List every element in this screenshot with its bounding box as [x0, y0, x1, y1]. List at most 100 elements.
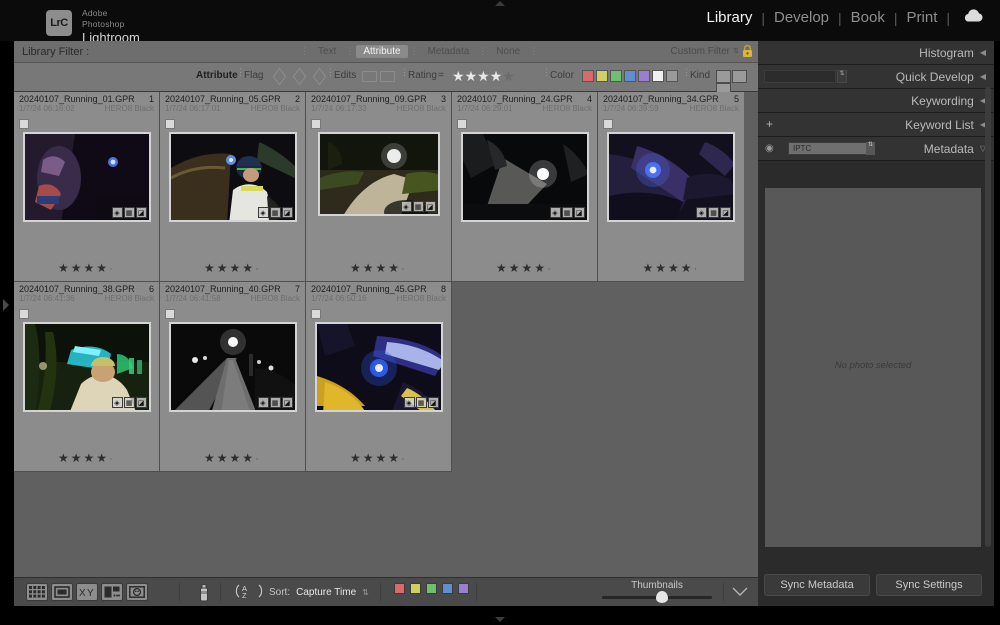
- cell-rating[interactable]: ★★★★·: [160, 261, 305, 275]
- grid-cell[interactable]: 20240107_Running_40.GPR 7 1/7/24 06:41:5…: [160, 282, 306, 472]
- develop-icon[interactable]: ◪: [281, 397, 293, 408]
- star-1-icon[interactable]: ★: [452, 68, 465, 84]
- cell-rating[interactable]: ★★★★·: [306, 451, 451, 465]
- keyword-icon[interactable]: ◈: [403, 397, 415, 408]
- module-print[interactable]: Print: [898, 9, 947, 26]
- rating-operator[interactable]: =: [438, 70, 444, 81]
- grid-cell[interactable]: 20240107_Running_01.GPR 1 1/7/24 06:16:0…: [14, 92, 160, 282]
- color-swatch-none[interactable]: [666, 70, 678, 83]
- develop-icon[interactable]: ◪: [281, 207, 293, 218]
- photo-thumbnail[interactable]: ◈ ▦ ◪: [607, 132, 735, 222]
- chevron-down-icon[interactable]: [732, 586, 748, 600]
- metadata-preset-select[interactable]: IPTC: [788, 142, 874, 155]
- survey-view-icon[interactable]: [101, 583, 123, 601]
- cell-rating[interactable]: ★★★★·: [160, 451, 305, 465]
- crop-icon[interactable]: ▦: [123, 397, 135, 408]
- color-swatch-blue[interactable]: [624, 70, 636, 83]
- develop-icon[interactable]: ◪: [135, 207, 147, 218]
- flag-toggle[interactable]: [19, 309, 29, 319]
- add-keyword-icon[interactable]: +: [766, 118, 773, 130]
- flag-pick-icon[interactable]: [272, 67, 287, 86]
- color-label-purple[interactable]: [458, 583, 469, 594]
- color-swatch-red[interactable]: [582, 70, 594, 83]
- color-label-red[interactable]: [394, 583, 405, 594]
- flag-toggle[interactable]: [457, 119, 467, 129]
- module-library[interactable]: Library: [697, 9, 761, 26]
- right-panel-edge[interactable]: [994, 41, 1000, 606]
- photo-thumbnail[interactable]: ◈ ▦ ◪: [22, 322, 151, 412]
- grid-view-icon[interactable]: [26, 583, 48, 601]
- photo-thumbnail[interactable]: ◈ ▦ ◪: [317, 132, 440, 216]
- flag-toggle[interactable]: [165, 119, 175, 129]
- cell-rating[interactable]: ★★★★·: [14, 261, 159, 275]
- master-photo-icon[interactable]: [716, 70, 731, 83]
- quick-develop-stepper[interactable]: ⇅: [837, 70, 847, 83]
- panel-header-keyword-list[interactable]: + Keyword List ◀: [758, 113, 994, 137]
- keyword-icon[interactable]: ◈: [111, 207, 123, 218]
- sync-settings-button[interactable]: Sync Settings: [876, 574, 982, 596]
- triangle-right-icon[interactable]: [3, 299, 9, 311]
- color-label-yellow[interactable]: [410, 583, 421, 594]
- develop-icon[interactable]: ◪: [135, 397, 147, 408]
- cell-rating[interactable]: ★★★★·: [14, 451, 159, 465]
- filter-tab-attribute[interactable]: Attribute: [356, 45, 408, 58]
- loupe-view-icon[interactable]: [51, 583, 73, 601]
- flag-toggle[interactable]: [165, 309, 175, 319]
- filter-tab-text[interactable]: Text: [311, 45, 343, 58]
- chevron-left-icon[interactable]: ◀: [980, 72, 986, 81]
- flag-toggle[interactable]: [603, 119, 613, 129]
- custom-filter-label[interactable]: Custom Filter: [671, 46, 730, 57]
- chevron-left-icon[interactable]: ◀: [980, 48, 986, 57]
- color-label-green[interactable]: [426, 583, 437, 594]
- crop-icon[interactable]: ▦: [561, 207, 573, 218]
- thumbnail-size-slider[interactable]: [602, 591, 712, 603]
- flag-toggle[interactable]: [19, 119, 29, 129]
- right-panel-scrollbar[interactable]: [985, 87, 991, 547]
- grid-cell[interactable]: 20240107_Running_05.GPR 2 1/7/24 06:17:0…: [160, 92, 306, 282]
- spray-can-icon[interactable]: [197, 583, 211, 605]
- star-2-icon[interactable]: ★: [465, 68, 478, 84]
- keyword-icon[interactable]: ◈: [400, 201, 412, 212]
- keyword-icon[interactable]: ◈: [549, 207, 561, 218]
- develop-icon[interactable]: ◪: [427, 397, 439, 408]
- edited-icon[interactable]: [362, 71, 377, 82]
- sort-value[interactable]: Capture Time: [296, 587, 356, 598]
- quick-develop-preset-field[interactable]: [764, 70, 836, 83]
- cell-rating[interactable]: ★★★★·: [452, 261, 597, 275]
- develop-icon[interactable]: ◪: [720, 207, 731, 218]
- cloud-icon[interactable]: [962, 9, 984, 26]
- crop-icon[interactable]: ▦: [412, 201, 424, 212]
- lock-icon[interactable]: [741, 44, 754, 58]
- photo-thumbnail[interactable]: ◈ ▦ ◪: [460, 132, 589, 222]
- crop-icon[interactable]: ▦: [269, 207, 281, 218]
- sync-metadata-button[interactable]: Sync Metadata: [764, 574, 870, 596]
- develop-icon[interactable]: ◪: [573, 207, 585, 218]
- panel-header-histogram[interactable]: Histogram ◀: [758, 41, 994, 65]
- eye-icon[interactable]: ◉: [765, 143, 774, 154]
- sort-arrows-icon[interactable]: ⇅: [362, 588, 369, 597]
- star-3-icon[interactable]: ★: [477, 68, 490, 84]
- top-panel-toggle[interactable]: [495, 1, 505, 6]
- color-swatch-purple[interactable]: [638, 70, 650, 83]
- color-swatch-yellow[interactable]: [596, 70, 608, 83]
- color-label-blue[interactable]: [442, 583, 453, 594]
- people-view-icon[interactable]: [126, 583, 148, 601]
- crop-icon[interactable]: ▦: [708, 207, 719, 218]
- filter-tab-metadata[interactable]: Metadata: [421, 45, 477, 58]
- cell-rating[interactable]: ★★★★·: [598, 261, 744, 275]
- flag-unflagged-icon[interactable]: [292, 67, 307, 86]
- keyword-icon[interactable]: ◈: [257, 207, 269, 218]
- thumbnail-grid[interactable]: 20240107_Running_01.GPR 1 1/7/24 06:16:0…: [14, 92, 758, 615]
- grid-cell[interactable]: 20240107_Running_09.GPR 3 1/7/24 06:17:3…: [306, 92, 452, 282]
- sort-az-icon[interactable]: AZ: [235, 583, 263, 602]
- photo-thumbnail[interactable]: ◈ ▦ ◪: [314, 322, 443, 412]
- grid-cell[interactable]: 20240107_Running_24.GPR 4 1/7/24 06:29:0…: [452, 92, 598, 282]
- module-book[interactable]: Book: [842, 9, 894, 26]
- keyword-icon[interactable]: ◈: [696, 207, 707, 218]
- unedited-icon[interactable]: [380, 71, 396, 82]
- left-panel-collapsed[interactable]: [0, 41, 14, 606]
- cell-rating[interactable]: ★★★★·: [306, 261, 451, 275]
- crop-icon[interactable]: ▦: [123, 207, 135, 218]
- panel-header-metadata[interactable]: ◉ IPTC ⇅ Metadata ▽: [758, 137, 994, 161]
- panel-header-keywording[interactable]: Keywording ◀: [758, 89, 994, 113]
